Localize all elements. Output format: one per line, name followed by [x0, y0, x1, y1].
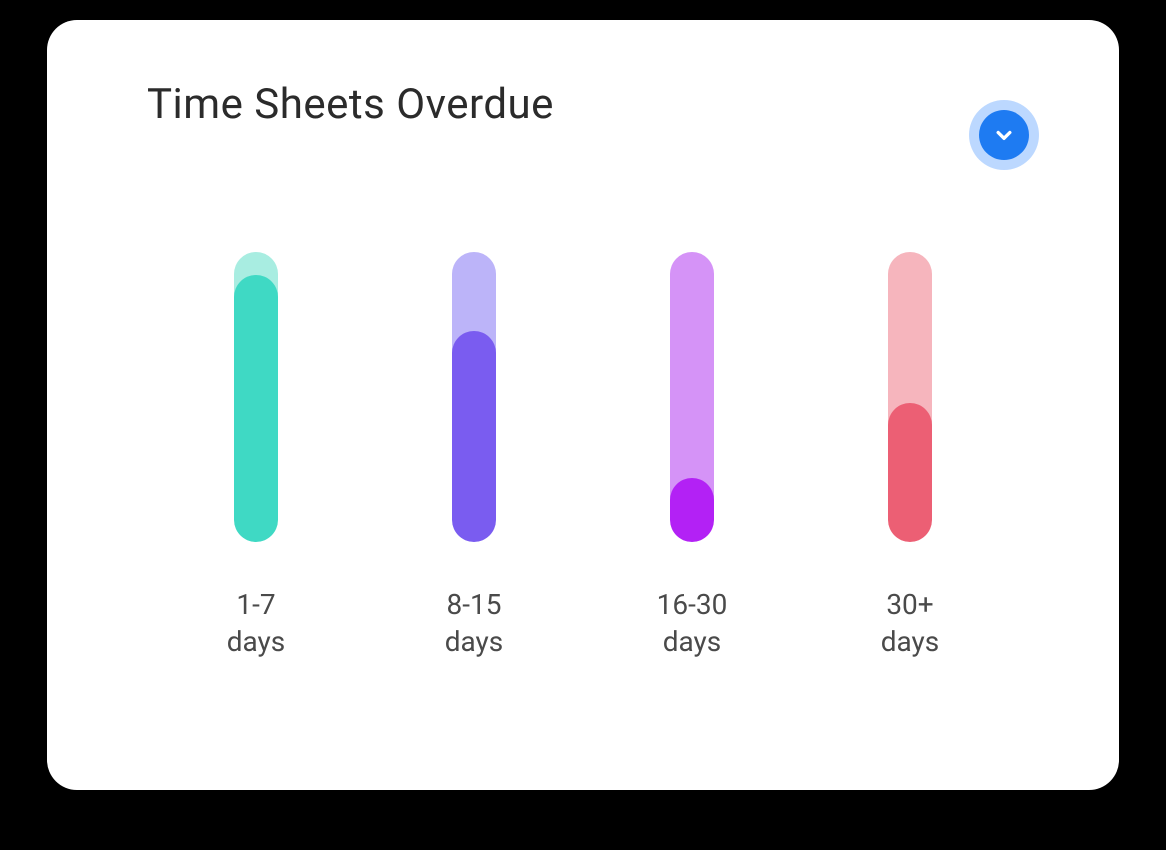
dropdown-inner	[979, 110, 1029, 160]
bar-label-top: 16-30	[657, 587, 728, 623]
bar-track	[670, 252, 714, 542]
bar-label-top: 30+	[881, 587, 940, 623]
bar-label-bottom: days	[657, 624, 728, 660]
chevron-down-icon	[994, 125, 1014, 145]
bar-label-bottom: days	[445, 624, 504, 660]
bar-fill	[670, 478, 714, 542]
bar-track	[888, 252, 932, 542]
bar-label: 1-7 days	[227, 587, 286, 660]
dropdown-button[interactable]	[969, 100, 1039, 170]
bar-label-top: 8-15	[445, 587, 504, 623]
bar-label-top: 1-7	[227, 587, 286, 623]
bars-container: 1-7 days 8-15 days 16-30 days	[147, 240, 1059, 660]
bar-group-30plus: 30+ days	[840, 252, 980, 660]
bar-track	[234, 252, 278, 542]
bar-label: 8-15 days	[445, 587, 504, 660]
bar-fill	[452, 331, 496, 543]
bar-group-1-7: 1-7 days	[186, 252, 326, 660]
overdue-timesheets-card: Time Sheets Overdue 1-7 days 8-1	[47, 20, 1119, 790]
bar-label-bottom: days	[227, 624, 286, 660]
card-header: Time Sheets Overdue	[147, 80, 1059, 170]
bar-group-16-30: 16-30 days	[622, 252, 762, 660]
bar-fill	[888, 403, 932, 542]
bar-group-8-15: 8-15 days	[404, 252, 544, 660]
bar-label-bottom: days	[881, 624, 940, 660]
bar-label: 16-30 days	[657, 587, 728, 660]
bar-label: 30+ days	[881, 587, 940, 660]
bar-fill	[234, 275, 278, 542]
card-title: Time Sheets Overdue	[147, 80, 554, 129]
bar-track	[452, 252, 496, 542]
